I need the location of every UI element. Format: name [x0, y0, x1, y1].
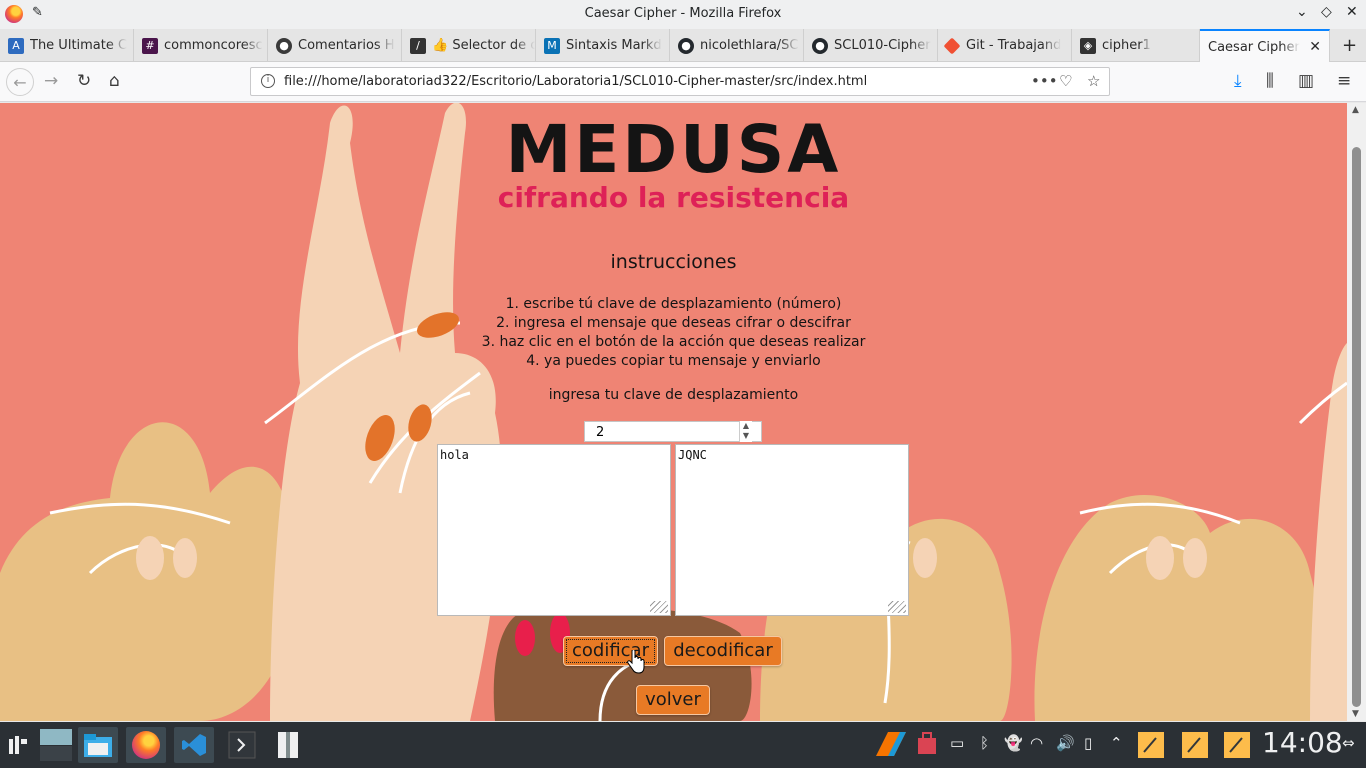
spin-up-icon[interactable]: ▲ [740, 421, 752, 431]
ghost-icon[interactable]: 👻 [1004, 734, 1023, 752]
back-icon[interactable]: ← [6, 68, 34, 96]
bookmark-star-icon[interactable]: ☆ [1087, 72, 1100, 90]
instruction-step: 2. ingresa el mensaje que deseas cifrar … [496, 315, 851, 331]
terminal-icon[interactable] [222, 727, 262, 763]
library-icon[interactable]: ⫼ [1266, 71, 1274, 91]
url-text: file:///home/laboratoriad322/Escritorio/… [284, 74, 868, 89]
page-title: MEDUSA [505, 111, 842, 188]
firefox-taskbar-icon[interactable] [126, 727, 166, 763]
expand-tray-icon[interactable]: ⌃ [1110, 734, 1123, 752]
pocket-icon[interactable]: ♡ [1059, 72, 1072, 90]
hand-cursor-icon [627, 650, 645, 674]
tab-item[interactable]: / 👍 Selector de c [402, 29, 536, 62]
close-window-icon[interactable]: ✕ [1346, 4, 1358, 20]
resize-grip-icon[interactable] [888, 601, 906, 613]
panel-settings-icon[interactable]: ⇔ [1342, 734, 1355, 752]
decode-button[interactable]: decodificar [664, 636, 782, 666]
instruction-step: 4. ya puedes copiar tu mensaje y enviarl… [526, 353, 821, 369]
note-icon[interactable] [1136, 730, 1166, 764]
volume-icon[interactable]: 🔊 [1056, 734, 1075, 752]
tab-favicon-icon: ● [276, 37, 292, 54]
page-content: MEDUSA cifrando la resistencia instrucci… [0, 103, 1347, 721]
github-icon: ● [678, 37, 694, 54]
tab-item[interactable]: Git - Trabajand [938, 29, 1072, 62]
bluetooth-icon[interactable]: ᛒ [980, 734, 989, 752]
message-input[interactable]: hola [437, 444, 671, 616]
tab-item[interactable]: ● Comentarios H [268, 29, 402, 62]
tab-item[interactable]: ● SCL010-Cipher [804, 29, 938, 62]
archive-icon[interactable] [268, 727, 308, 763]
app-launcher-icon[interactable] [0, 727, 36, 763]
close-tab-icon[interactable]: ✕ [1309, 39, 1321, 55]
tab-item[interactable]: M Sintaxis Markd [536, 29, 670, 62]
home-icon[interactable]: ⌂ [109, 71, 120, 91]
clock[interactable]: 14:08 [1262, 726, 1343, 759]
menu-icon[interactable]: ≡ [1337, 71, 1351, 91]
tab-caesar-cipher[interactable]: Caesar Cipher ✕ [1200, 29, 1330, 63]
url-bar[interactable]: i file:///home/laboratoriad322/Escritori… [250, 67, 1110, 96]
note-icon[interactable] [1180, 730, 1210, 764]
clipboard-icon[interactable]: ▯ [1084, 734, 1092, 752]
result-output-text: JQNC [678, 448, 707, 462]
note-icon[interactable] [1222, 730, 1252, 764]
page-subtitle: cifrando la resistencia [497, 181, 850, 214]
forward-icon[interactable]: → [44, 71, 58, 91]
tab-item[interactable]: ● nicolethlara/SC [670, 29, 804, 62]
offset-number-input[interactable]: 2 [584, 421, 762, 442]
number-spinner[interactable]: ▲ ▼ [739, 421, 752, 442]
file-manager-icon[interactable] [78, 727, 118, 763]
git-icon [943, 37, 961, 54]
scroll-down-icon[interactable]: ▼ [1352, 709, 1359, 719]
navigation-bar: ← → ↻ ⌂ i file:///home/laboratoriad322/E… [0, 62, 1366, 102]
tab-item[interactable]: ◈ cipher1 [1072, 29, 1200, 62]
wifi-icon[interactable]: ◠ [1030, 734, 1043, 752]
maximize-icon[interactable]: ◇ [1321, 4, 1332, 20]
color-picker-icon[interactable] [874, 730, 908, 762]
sidebar-icon[interactable]: ▥ [1298, 71, 1314, 91]
page-info-icon[interactable]: i [261, 74, 275, 88]
back-button[interactable]: volver [636, 685, 710, 715]
bag-icon[interactable] [916, 732, 938, 760]
vscode-icon[interactable] [174, 727, 214, 763]
tab-bar: A The Ultimate C # commoncoresc ● Comentari… [0, 29, 1366, 63]
key-label: ingresa tu clave de desplazamiento [548, 387, 799, 403]
message-input-text: hola [440, 448, 469, 462]
codepen-icon: ◈ [1080, 37, 1096, 54]
instruction-step: 1. escribe tú clave de desplazamiento (n… [505, 296, 842, 312]
tab-favicon-icon: M [544, 37, 560, 54]
instructions-title: instrucciones [610, 251, 737, 273]
instruction-step: 3. haz clic en el botón de la acción que… [481, 334, 866, 350]
tab-favicon-icon: A [8, 37, 24, 54]
page-actions-icon[interactable]: ••• [1031, 72, 1058, 90]
tab-item[interactable]: A The Ultimate C [0, 29, 134, 62]
window-titlebar: ✎ Caesar Cipher - Mozilla Firefox ⌄ ◇ ✕ [0, 0, 1366, 29]
downloads-icon[interactable]: ⤓ [1234, 71, 1242, 91]
minimize-icon[interactable]: ⌄ [1296, 4, 1308, 20]
scroll-thumb[interactable] [1352, 147, 1361, 707]
battery-icon[interactable]: ▭ [950, 734, 964, 752]
result-output[interactable]: JQNC [675, 444, 909, 616]
tab-favicon-icon: # [142, 37, 158, 54]
page-scrollbar[interactable]: ▲ ▼ [1347, 103, 1366, 721]
new-tab-icon[interactable]: + [1342, 35, 1357, 56]
desktop-pager-icon[interactable] [36, 727, 76, 763]
spin-down-icon[interactable]: ▼ [740, 431, 752, 441]
tab-favicon-icon: / [410, 37, 426, 54]
scroll-up-icon[interactable]: ▲ [1352, 105, 1359, 115]
reload-icon[interactable]: ↻ [77, 71, 91, 91]
resize-grip-icon[interactable] [650, 601, 668, 613]
window-title: Caesar Cipher - Mozilla Firefox [584, 6, 782, 21]
tab-item[interactable]: # commoncoresc [134, 29, 268, 62]
taskbar: ▭ ᛒ 👻 ◠ 🔊 ▯ ⌃ 14:08 ⇔ [0, 722, 1366, 768]
github-icon: ● [812, 37, 828, 54]
instructions-list: 1. escribe tú clave de desplazamiento (n… [0, 295, 1347, 371]
